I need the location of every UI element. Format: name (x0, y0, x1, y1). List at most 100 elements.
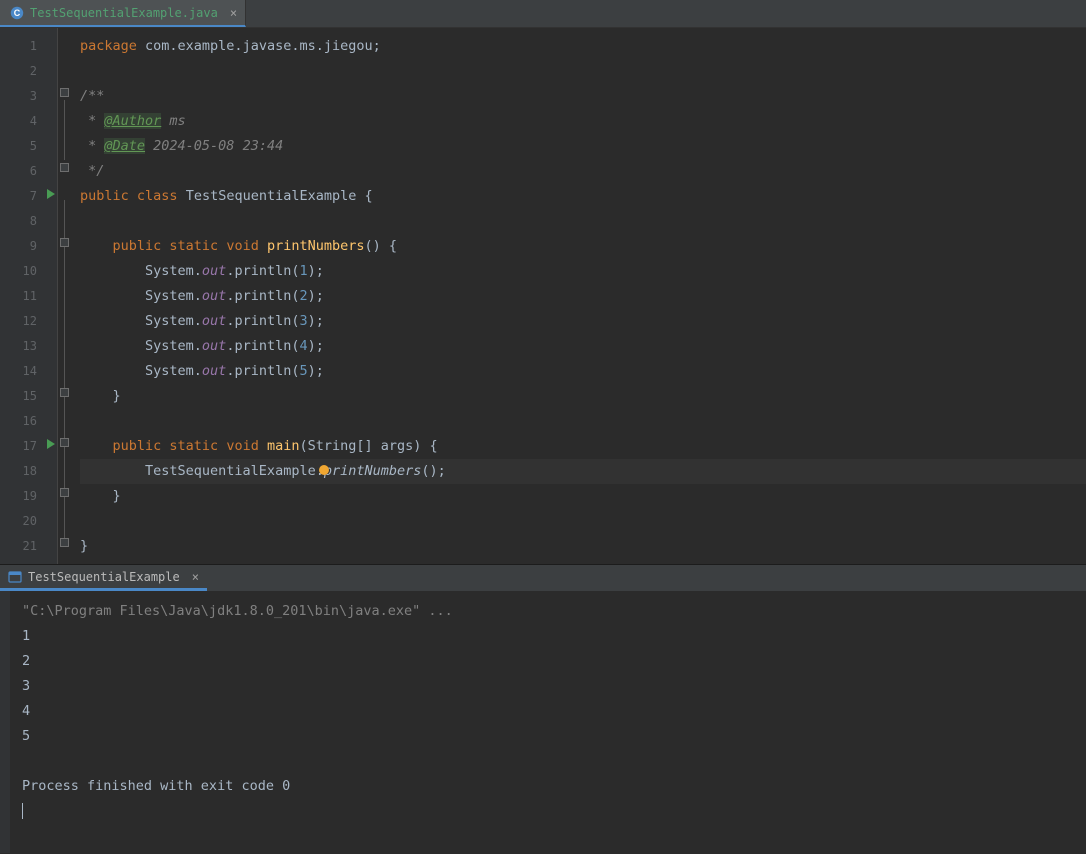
line-number: 3 (30, 89, 37, 103)
line-number: 21 (23, 539, 37, 553)
field: out (202, 363, 226, 379)
class-name: TestSequentialExample (186, 188, 365, 204)
console-command: "C:\Program Files\Java\jdk1.8.0_201\bin\… (22, 599, 1076, 624)
method-call: printNumbers (324, 463, 422, 479)
line-number: 18 (23, 464, 37, 478)
console-line: 2 (22, 649, 1076, 674)
code-editor[interactable]: 1 2 3 4 5 6 7 8 9 10 11 12 13 14 15 16 1… (0, 28, 1086, 564)
javadoc-tag: @Author (104, 113, 161, 129)
code-text: ); (308, 363, 324, 379)
line-number: 5 (30, 139, 37, 153)
brace: } (80, 488, 121, 504)
code-text: .println( (226, 338, 299, 354)
intention-bulb-icon[interactable] (319, 465, 329, 475)
javadoc-tag: @Date (104, 138, 145, 154)
line-number: 8 (30, 214, 37, 228)
keyword: public (80, 188, 137, 204)
code-text: System. (80, 363, 202, 379)
line-gutter: 1 2 3 4 5 6 7 8 9 10 11 12 13 14 15 16 1… (0, 28, 58, 564)
code-text: System. (80, 263, 202, 279)
keyword: void (226, 238, 267, 254)
line-number: 17 (23, 439, 37, 453)
line-number: 7 (30, 189, 37, 203)
java-class-icon: C (10, 6, 24, 20)
keyword: public (113, 238, 170, 254)
comment: * (80, 113, 104, 129)
console-gutter (0, 591, 10, 853)
fold-icon[interactable] (60, 238, 69, 247)
line-number: 9 (30, 239, 37, 253)
field: out (202, 263, 226, 279)
code-text: (String[] args) { (299, 438, 437, 454)
line-number: 6 (30, 164, 37, 178)
line-number: 11 (23, 289, 37, 303)
console-line: 3 (22, 674, 1076, 699)
method-name: main (267, 438, 300, 454)
code-text: System. (80, 288, 202, 304)
keyword: package (80, 38, 145, 54)
code-text: .println( (226, 263, 299, 279)
code-text: ); (308, 263, 324, 279)
close-icon[interactable]: × (230, 6, 237, 20)
number-literal: 1 (299, 263, 307, 279)
svg-text:C: C (14, 8, 21, 18)
code-text: .println( (226, 288, 299, 304)
line-number: 19 (23, 489, 37, 503)
editor-tab-filename: TestSequentialExample.java (30, 6, 218, 20)
line-number: 14 (23, 364, 37, 378)
line-number: 4 (30, 114, 37, 128)
console-line: 4 (22, 699, 1076, 724)
keyword: class (137, 188, 186, 204)
editor-tab[interactable]: C TestSequentialExample.java × (0, 0, 246, 27)
comment: */ (80, 163, 104, 179)
number-literal: 5 (299, 363, 307, 379)
line-number: 10 (23, 264, 37, 278)
run-config-icon (8, 570, 22, 584)
comment: /** (80, 88, 104, 104)
comment: * (80, 138, 104, 154)
brace: } (80, 538, 88, 554)
close-icon[interactable]: × (192, 570, 199, 584)
code-text: () { (365, 238, 398, 254)
fold-icon[interactable] (60, 438, 69, 447)
keyword: static (169, 438, 226, 454)
console-line: 1 (22, 624, 1076, 649)
console-output[interactable]: "C:\Program Files\Java\jdk1.8.0_201\bin\… (0, 591, 1086, 853)
code-text: .println( (226, 313, 299, 329)
keyword: public (113, 438, 170, 454)
brace: { (365, 188, 373, 204)
run-gutter-icon[interactable] (47, 189, 55, 199)
number-literal: 2 (299, 288, 307, 304)
code-text: ); (308, 313, 324, 329)
keyword: void (226, 438, 267, 454)
fold-icon[interactable] (60, 388, 69, 397)
fold-icon[interactable] (60, 163, 69, 172)
fold-guide (64, 100, 65, 160)
comment: ms (161, 113, 185, 129)
field: out (202, 288, 226, 304)
run-tab[interactable]: TestSequentialExample × (0, 565, 207, 591)
line-number: 12 (23, 314, 37, 328)
line-number: 2 (30, 64, 37, 78)
code-text: ); (308, 338, 324, 354)
run-gutter-icon[interactable] (47, 439, 55, 449)
editor-tab-bar: C TestSequentialExample.java × (0, 0, 1086, 28)
code-body[interactable]: package com.example.javase.ms.jiegou; /*… (58, 28, 1086, 564)
code-text: .println( (226, 363, 299, 379)
field: out (202, 313, 226, 329)
package-path: com.example.javase.ms.jiegou; (145, 38, 381, 54)
code-text: System. (80, 338, 202, 354)
brace: } (80, 388, 121, 404)
console-exit-line: Process finished with exit code 0 (22, 774, 1076, 799)
number-literal: 4 (299, 338, 307, 354)
line-number: 1 (30, 39, 37, 53)
code-text: System. (80, 313, 202, 329)
fold-icon[interactable] (60, 88, 69, 97)
keyword: static (169, 238, 226, 254)
fold-icon[interactable] (60, 538, 69, 547)
line-number: 15 (23, 389, 37, 403)
line-number: 20 (23, 514, 37, 528)
number-literal: 3 (299, 313, 307, 329)
console-line: 5 (22, 724, 1076, 749)
fold-icon[interactable] (60, 488, 69, 497)
